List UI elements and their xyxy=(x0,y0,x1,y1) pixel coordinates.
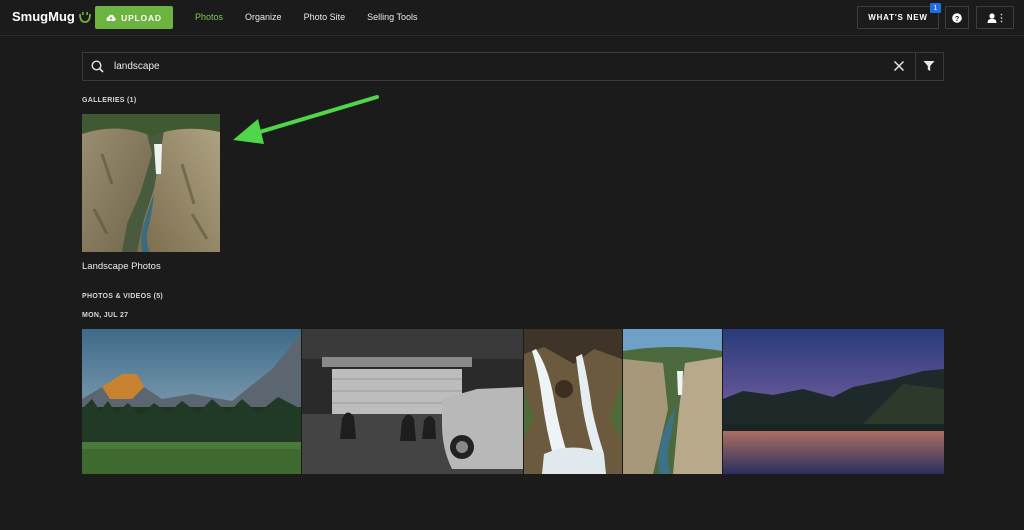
annotation-arrow-icon xyxy=(233,95,379,144)
garage-night-image xyxy=(302,329,523,474)
canyon-waterfall-image xyxy=(82,114,220,252)
user-icon xyxy=(987,12,997,23)
svg-text:?: ? xyxy=(955,14,960,23)
photos-heading: PHOTOS & VIDEOS (5) xyxy=(82,293,164,300)
nav-selling-tools[interactable]: Selling Tools xyxy=(367,12,417,22)
gallery-thumbnail[interactable] xyxy=(82,114,220,252)
waterfall-image xyxy=(524,329,622,474)
user-menu-button[interactable] xyxy=(976,6,1014,29)
nav-organize[interactable]: Organize xyxy=(245,12,282,22)
top-bar: SmugMug UPLOAD Photos Organize Photo Sit… xyxy=(0,0,1024,36)
photo-thumbnail[interactable] xyxy=(623,329,722,474)
search-divider xyxy=(915,53,916,80)
gallery-title[interactable]: Landscape Photos xyxy=(82,261,161,272)
photo-thumbnail[interactable] xyxy=(302,329,523,474)
cloud-upload-icon xyxy=(106,14,116,21)
photo-thumbnail[interactable] xyxy=(524,329,622,474)
mountain-meadow-image xyxy=(82,329,301,474)
search-icon xyxy=(91,60,104,73)
upload-button[interactable]: UPLOAD xyxy=(95,6,173,29)
galleries-heading: GALLERIES (1) xyxy=(82,97,137,104)
date-heading: MON, JUL 27 xyxy=(82,312,129,319)
more-vertical-icon xyxy=(1000,13,1003,22)
whats-new-label: WHAT'S NEW xyxy=(868,13,928,22)
photo-thumbnail[interactable] xyxy=(723,329,944,474)
smugmug-logo[interactable]: SmugMug xyxy=(12,9,91,24)
nav-photos[interactable]: Photos xyxy=(195,12,223,22)
filter-icon[interactable] xyxy=(923,60,935,72)
close-icon[interactable] xyxy=(893,60,905,72)
help-button[interactable]: ? xyxy=(945,6,969,29)
photo-thumbnail[interactable] xyxy=(82,329,301,474)
question-icon: ? xyxy=(952,12,962,23)
lake-sunset-image xyxy=(723,329,944,474)
whats-new-button[interactable]: WHAT'S NEW xyxy=(857,6,939,29)
logo-text: SmugMug xyxy=(12,9,75,24)
search-input[interactable]: landscape xyxy=(114,61,160,72)
search-bar: landscape xyxy=(82,52,944,81)
canyon-image xyxy=(623,329,722,474)
upload-label: UPLOAD xyxy=(121,12,162,23)
smile-logo-icon xyxy=(78,11,91,23)
whats-new-badge: 1 xyxy=(930,3,941,13)
main-nav: Photos Organize Photo Site Selling Tools xyxy=(195,12,439,22)
nav-photo-site[interactable]: Photo Site xyxy=(304,12,346,22)
